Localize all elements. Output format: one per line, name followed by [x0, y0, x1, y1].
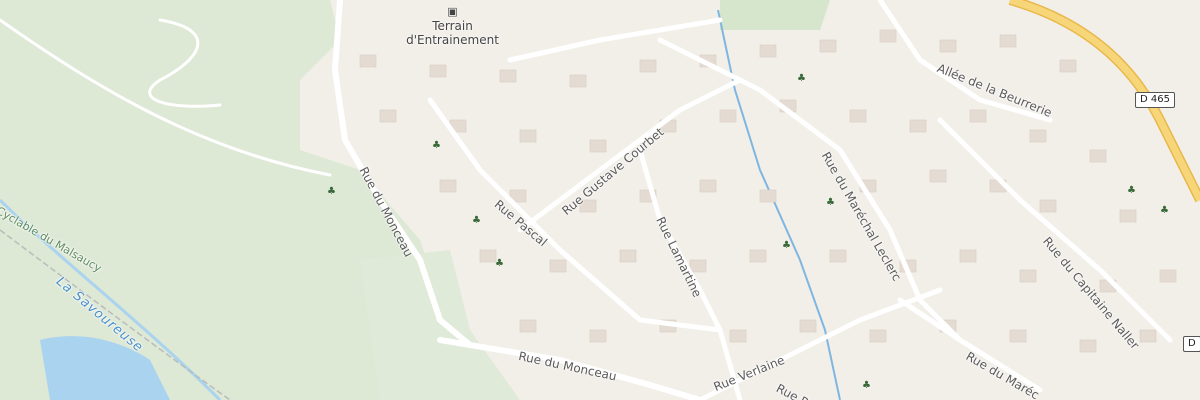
poi-name-line1: Terrain [432, 19, 473, 33]
stadium-icon: ▣ [447, 5, 458, 18]
road-shield-d465: D 465 [1135, 92, 1175, 108]
tree-icon: ♣ [327, 186, 336, 197]
poi-terrain-entrainement[interactable]: ▣ Terrain d'Entrainement [405, 5, 500, 47]
tree-icon: ♣ [1127, 185, 1136, 196]
tree-icon: ♣ [782, 240, 791, 251]
tree-icon: ♣ [1160, 205, 1169, 216]
tree-icon: ♣ [862, 380, 871, 391]
road-shield-d: D [1183, 336, 1200, 352]
map-canvas[interactable]: ▣ Terrain d'Entrainement Rue du Monceau … [0, 0, 1200, 400]
tree-icon: ♣ [495, 258, 504, 269]
map-base-layer [0, 0, 1200, 400]
street-rue-du-capitaine-naller [937, 117, 1173, 343]
park-area-south [360, 250, 520, 400]
poi-name-line2: d'Entrainement [406, 33, 499, 47]
tree-icon: ♣ [432, 140, 441, 151]
tree-icon: ♣ [472, 215, 481, 226]
buildings [359, 29, 1177, 353]
park-patch-1 [720, 0, 830, 30]
tree-icon: ♣ [826, 197, 835, 208]
tree-icon: ♣ [797, 73, 806, 84]
